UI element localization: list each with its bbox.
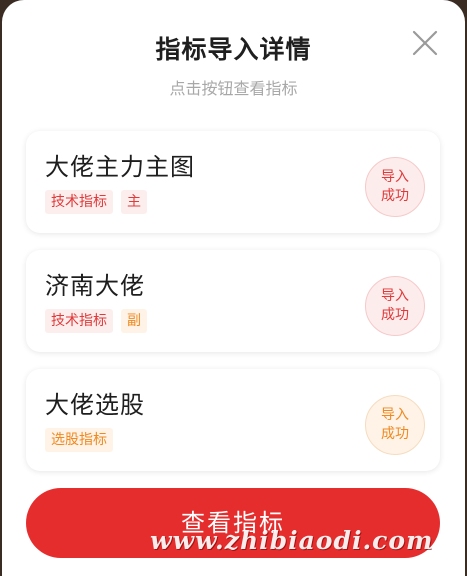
import-status-badge: 导入 成功 — [365, 276, 425, 336]
indicator-type-tag: 技术指标 — [45, 309, 113, 333]
status-line-1: 导入 — [381, 288, 409, 304]
modal-title: 指标导入详情 — [155, 35, 312, 64]
import-status-badge: 导入 成功 — [365, 395, 425, 455]
indicator-name: 大佬选股 — [45, 391, 145, 419]
modal-subtitle: 点击按钮查看指标 — [169, 79, 298, 98]
indicator-tags: 技术指标 主 — [45, 190, 147, 214]
indicator-tags: 选股指标 — [45, 428, 113, 452]
indicator-name: 济南大佬 — [45, 272, 145, 300]
indicator-position-tag: 副 — [121, 309, 147, 333]
indicator-name: 大佬主力主图 — [45, 153, 195, 181]
indicator-type-tag: 选股指标 — [45, 428, 113, 452]
indicator-tags: 技术指标 副 — [45, 309, 147, 333]
watermark: www.zhibiaodi.com — [150, 526, 434, 555]
status-line-2: 成功 — [381, 426, 409, 442]
status-line-1: 导入 — [381, 407, 409, 423]
indicator-type-tag: 技术指标 — [45, 190, 113, 214]
close-button[interactable] — [408, 26, 442, 60]
close-icon — [412, 30, 438, 56]
indicator-card[interactable]: 大佬主力主图 技术指标 主 导入 成功 — [26, 131, 440, 233]
status-line-1: 导入 — [381, 169, 409, 185]
status-line-2: 成功 — [381, 188, 409, 204]
status-line-2: 成功 — [381, 307, 409, 323]
import-status-badge: 导入 成功 — [365, 157, 425, 217]
indicator-card[interactable]: 大佬选股 选股指标 导入 成功 — [26, 369, 440, 471]
indicator-card[interactable]: 济南大佬 技术指标 副 导入 成功 — [26, 250, 440, 352]
indicator-position-tag: 主 — [121, 190, 147, 214]
